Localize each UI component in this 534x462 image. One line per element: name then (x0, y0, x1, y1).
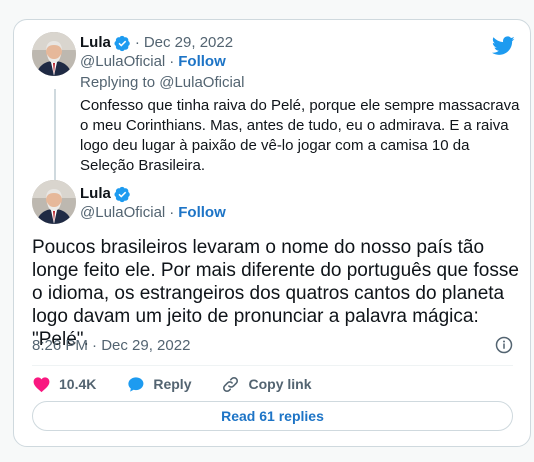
reply-handle-row: @LulaOficial · Follow (80, 53, 226, 71)
dot-separator: · (134, 34, 140, 51)
copy-link-button[interactable]: Copy link (221, 375, 312, 394)
reply-tweet-text: Confesso que tinha raiva do Pelé, porque… (80, 97, 520, 174)
twitter-bird-icon[interactable] (492, 36, 515, 56)
reply-label: Reply (153, 376, 192, 392)
follow-button[interactable]: Follow (178, 204, 226, 222)
dot-separator: · (169, 53, 175, 70)
avatar[interactable] (32, 32, 76, 76)
copy-link-label: Copy link (248, 376, 312, 392)
main-handle-row: @LulaOficial · Follow (80, 204, 226, 222)
author-name[interactable]: Lula (80, 185, 111, 203)
action-bar: 10.4K Reply Copy link (32, 374, 342, 394)
reply-author-row: Lula · Dec 29, 2022 (80, 34, 233, 52)
tweet-date[interactable]: Dec 29, 2022 (144, 34, 233, 52)
like-count: 10.4K (59, 376, 97, 392)
tweet-embed-card: Lula · Dec 29, 2022 @LulaOficial · Follo… (13, 19, 531, 447)
main-tweet-text: Poucos brasileiros levaram o nome do nos… (32, 237, 519, 350)
divider (32, 365, 513, 366)
tweet-timestamp[interactable]: 8:26 PM · Dec 29, 2022 (32, 337, 190, 354)
follow-button[interactable]: Follow (178, 53, 226, 71)
avatar[interactable] (32, 180, 76, 224)
replying-to-label: Replying to @LulaOficial (80, 74, 245, 91)
author-handle[interactable]: @LulaOficial (80, 53, 165, 71)
like-button[interactable]: 10.4K (32, 375, 96, 394)
heart-icon (33, 376, 50, 392)
author-handle[interactable]: @LulaOficial (80, 204, 165, 222)
main-author-row: Lula (80, 185, 131, 203)
read-replies-button[interactable]: Read 61 replies (32, 401, 513, 431)
verified-badge-icon (114, 186, 130, 202)
author-name[interactable]: Lula (80, 34, 111, 52)
thread-connector-line (54, 89, 56, 183)
reply-button[interactable]: Reply (126, 375, 191, 394)
reply-bubble-icon (128, 376, 144, 392)
verified-badge-icon (114, 35, 130, 51)
info-icon[interactable] (495, 336, 513, 354)
dot-separator: · (169, 204, 175, 221)
link-icon (223, 376, 239, 392)
